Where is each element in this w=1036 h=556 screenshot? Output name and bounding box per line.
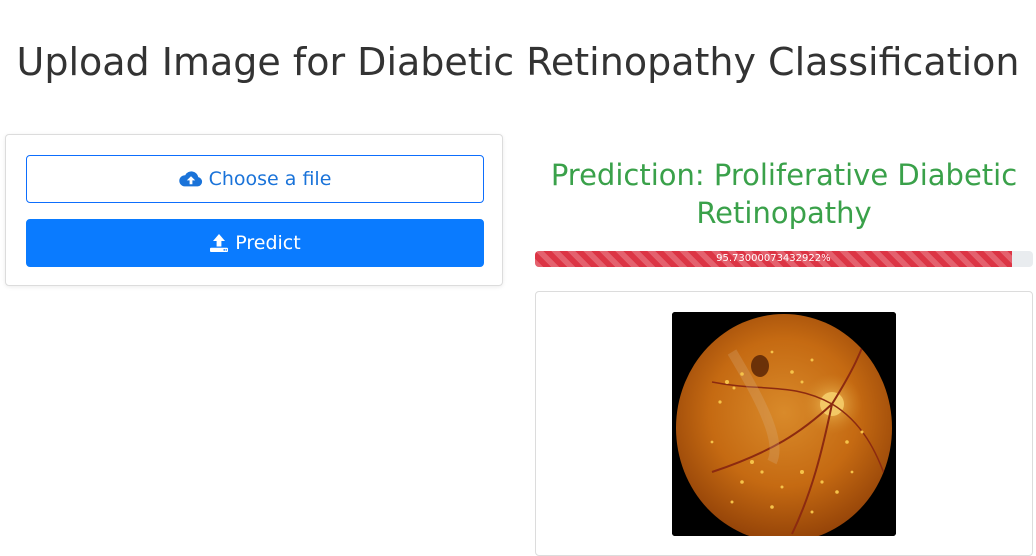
upload-icon bbox=[209, 233, 229, 253]
page-title: Upload Image for Diabetic Retinopathy Cl… bbox=[16, 40, 1020, 85]
predict-button[interactable]: Predict bbox=[26, 219, 484, 267]
confidence-progress: 95.73000073432922% bbox=[535, 251, 1033, 267]
choose-file-label: Choose a file bbox=[208, 168, 332, 190]
retinal-fundus-image bbox=[672, 312, 896, 536]
predict-label: Predict bbox=[235, 232, 301, 254]
choose-file-button[interactable]: Choose a file bbox=[26, 155, 484, 203]
image-card bbox=[535, 291, 1033, 556]
cloud-upload-icon bbox=[178, 170, 203, 188]
confidence-progress-bar: 95.73000073432922% bbox=[535, 251, 1012, 267]
upload-card: Choose a file Predict bbox=[5, 134, 503, 286]
confidence-label: 95.73000073432922% bbox=[716, 253, 831, 264]
page: Upload Image for Diabetic Retinopathy Cl… bbox=[0, 0, 1036, 556]
prediction-text: Prediction: Proliferative Diabetic Retin… bbox=[550, 158, 1018, 230]
